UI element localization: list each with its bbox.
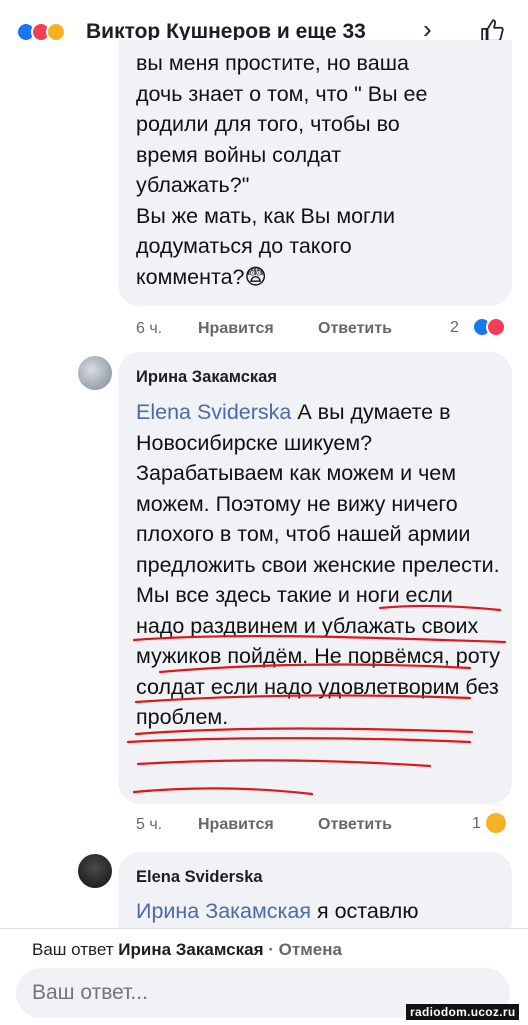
- reactions-summary[interactable]: [16, 22, 80, 42]
- comment-1-reply-button[interactable]: Ответить: [318, 320, 392, 338]
- haha-icon[interactable]: [486, 813, 506, 833]
- comment-2-author[interactable]: Ирина Закамская: [136, 368, 277, 387]
- haha-icon: [46, 22, 66, 42]
- avatar[interactable]: [78, 356, 112, 390]
- comment-3-text: Ирина Закамская я оставлю: [136, 896, 506, 926]
- reply-target: Ирина Закамская: [118, 940, 264, 959]
- comment-2-reaction-count[interactable]: 1: [472, 815, 481, 833]
- comment-1-text: вы меня простите, но ваша дочь знает о т…: [136, 51, 428, 289]
- comment-1-time: 6 ч.: [136, 320, 163, 337]
- watermark: radiodom.ucoz.ru: [406, 1004, 520, 1020]
- comment-3-author[interactable]: Elena Sviderska: [136, 868, 263, 887]
- comment-1-reactions[interactable]: [464, 317, 508, 337]
- comment-2-body: А вы думаете в Новосибирске шикуем? Зара…: [136, 400, 501, 729]
- comment-2-like-button[interactable]: Нравится: [198, 816, 274, 834]
- avatar[interactable]: [78, 854, 112, 888]
- reply-prefix: Ваш ответ: [32, 940, 119, 959]
- reply-separator: ·: [263, 940, 279, 959]
- cancel-reply-button[interactable]: Отмена: [279, 940, 342, 959]
- comment-1-like-button[interactable]: Нравится: [198, 320, 274, 338]
- comment-2-text: Elena Sviderska А вы думаете в Новосибир…: [136, 397, 506, 733]
- comment-2-time: 5 ч.: [136, 816, 163, 833]
- comment-1-reaction-count[interactable]: 2: [450, 319, 459, 337]
- comment-2-mention[interactable]: Elena Sviderska: [136, 400, 291, 424]
- love-icon: [486, 317, 506, 337]
- comment-2-reply-button[interactable]: Ответить: [318, 816, 392, 834]
- reply-context: Ваш ответ Ирина Закамская · Отмена: [32, 940, 342, 960]
- comment-3-body: я оставлю: [311, 899, 419, 923]
- comment-3-mention[interactable]: Ирина Закамская: [136, 899, 311, 923]
